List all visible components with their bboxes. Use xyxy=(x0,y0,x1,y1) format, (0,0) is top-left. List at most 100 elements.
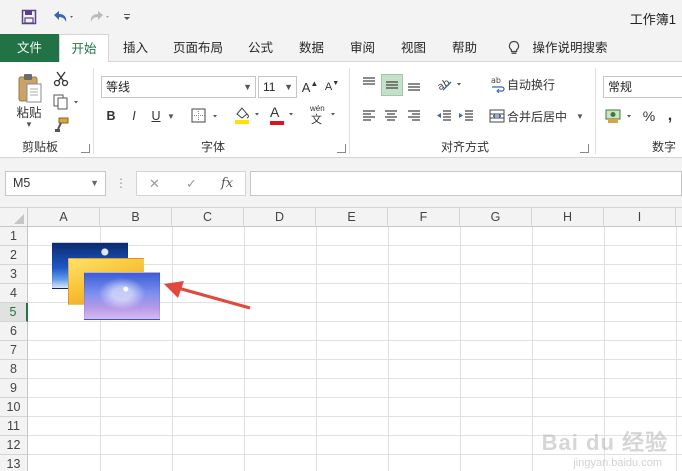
ribbon: 粘贴 ▼ 剪贴板 等线 ▼ 11 ▼ A ▲ A ▼ B I U ▼ A wén 文… xyxy=(0,62,682,158)
row-header[interactable]: 2 xyxy=(0,246,28,265)
ribbon-tabs: 文件 开始 插入 页面布局 公式 数据 审阅 视图 帮助 操作说明搜索 xyxy=(0,34,682,63)
row-header-active[interactable]: 5 xyxy=(0,303,28,322)
lightbulb-icon[interactable] xyxy=(507,40,521,56)
font-launcher-icon[interactable] xyxy=(337,144,346,153)
phonetic-guide-button[interactable]: wén 文 xyxy=(308,104,338,126)
merge-center-icon[interactable] xyxy=(488,107,506,125)
insert-function-button[interactable]: fx xyxy=(221,172,233,195)
phonetic-label: wén xyxy=(310,104,325,113)
wrap-text-button[interactable]: 自动换行 xyxy=(507,75,559,93)
bold-button[interactable]: B xyxy=(103,106,119,126)
formula-bar: M5 ▼ ⋮ ✕ ✓ fx xyxy=(0,158,682,208)
group-divider xyxy=(595,68,596,154)
customize-qat-icon[interactable] xyxy=(120,6,134,28)
format-painter-icon[interactable] xyxy=(52,116,70,134)
alignment-launcher-icon[interactable] xyxy=(580,144,589,153)
save-icon[interactable] xyxy=(18,6,40,28)
row-header[interactable]: 4 xyxy=(0,284,28,303)
gridline xyxy=(28,321,682,322)
grow-font-glyph: A xyxy=(301,79,311,95)
row-header[interactable]: 11 xyxy=(0,417,28,436)
align-top-icon[interactable] xyxy=(359,74,379,94)
worksheet-grid[interactable]: A B C D E F G H I 1 2 3 4 5 6 7 8 9 10 1… xyxy=(0,208,682,471)
enter-icon[interactable]: ✓ xyxy=(186,172,197,195)
font-name-value: 等线 xyxy=(106,80,131,94)
copy-icon[interactable] xyxy=(52,93,82,111)
row-header[interactable]: 7 xyxy=(0,341,28,360)
cut-icon[interactable] xyxy=(52,70,70,88)
title-bar: 工作簿1 xyxy=(0,0,682,34)
formula-bar-grip-icon[interactable]: ⋮ xyxy=(115,175,127,191)
row-header[interactable]: 3 xyxy=(0,265,28,284)
align-left-icon[interactable] xyxy=(359,106,379,126)
comma-style-button[interactable]: , xyxy=(663,106,677,126)
tab-help[interactable]: 帮助 xyxy=(442,34,487,62)
select-all-corner[interactable] xyxy=(0,208,28,227)
paste-dropdown-icon[interactable]: ▼ xyxy=(24,120,34,129)
shrink-font-button[interactable]: A ▼ xyxy=(323,76,341,98)
borders-button[interactable] xyxy=(190,106,224,126)
grow-font-button[interactable]: A ▲ xyxy=(301,76,319,98)
column-header[interactable]: F xyxy=(388,208,460,227)
tab-formulas[interactable]: 公式 xyxy=(238,34,283,62)
row-header[interactable]: 9 xyxy=(0,379,28,398)
gridline xyxy=(28,378,682,379)
formula-input[interactable] xyxy=(250,171,682,196)
picture-purple-sky[interactable] xyxy=(84,272,160,320)
column-header[interactable]: C xyxy=(172,208,244,227)
align-center-icon[interactable] xyxy=(381,106,401,126)
merge-dropdown-icon[interactable]: ▼ xyxy=(575,111,585,121)
align-right-icon[interactable] xyxy=(404,106,424,126)
redo-icon[interactable] xyxy=(84,6,114,28)
tab-home[interactable]: 开始 xyxy=(59,34,109,63)
column-header[interactable]: I xyxy=(604,208,676,227)
row-header[interactable]: 10 xyxy=(0,398,28,417)
paste-button[interactable]: 粘贴 xyxy=(14,104,44,120)
caret-up-icon: ▲ xyxy=(310,78,319,88)
row-header[interactable]: 1 xyxy=(0,227,28,246)
clipboard-launcher-icon[interactable] xyxy=(81,144,90,153)
align-middle-icon[interactable] xyxy=(381,74,403,96)
merge-center-button[interactable]: 合并后居中 xyxy=(507,107,571,125)
column-header[interactable]: A xyxy=(28,208,100,227)
column-header[interactable]: B xyxy=(100,208,172,227)
accounting-format-icon[interactable] xyxy=(605,106,635,126)
row-header[interactable]: 13 xyxy=(0,455,28,471)
font-color-button[interactable]: A xyxy=(268,104,298,126)
column-header[interactable]: E xyxy=(316,208,388,227)
align-bottom-icon[interactable] xyxy=(404,74,424,94)
column-header-row: A B C D E F G H I xyxy=(0,208,682,227)
fill-color-button[interactable] xyxy=(232,104,266,126)
wrap-text-icon[interactable]: ab xyxy=(490,75,506,93)
underline-dropdown-icon[interactable]: ▼ xyxy=(166,110,176,122)
orientation-icon[interactable]: ab xyxy=(434,74,468,94)
group-divider xyxy=(349,68,350,154)
tab-page-layout[interactable]: 页面布局 xyxy=(163,34,233,62)
cancel-icon[interactable]: ✕ xyxy=(149,172,160,195)
row-header[interactable]: 8 xyxy=(0,360,28,379)
chevron-down-icon: ▼ xyxy=(243,82,252,92)
name-box[interactable]: M5 ▼ xyxy=(5,171,106,196)
row-header[interactable]: 12 xyxy=(0,436,28,455)
column-header[interactable]: D xyxy=(244,208,316,227)
decrease-indent-icon[interactable] xyxy=(434,106,454,126)
column-header[interactable]: H xyxy=(532,208,604,227)
percent-style-button[interactable]: % xyxy=(641,106,657,126)
gridline xyxy=(28,340,682,341)
font-size-select[interactable]: 11 ▼ xyxy=(258,76,297,98)
font-name-select[interactable]: 等线 ▼ xyxy=(101,76,256,98)
underline-button[interactable]: U xyxy=(148,106,164,126)
column-header[interactable]: G xyxy=(460,208,532,227)
increase-indent-icon[interactable] xyxy=(456,106,476,126)
font-color-glyph: A xyxy=(270,104,280,120)
tab-review[interactable]: 审阅 xyxy=(340,34,385,62)
tab-insert[interactable]: 插入 xyxy=(113,34,158,62)
tab-view[interactable]: 视图 xyxy=(391,34,436,62)
row-header[interactable]: 6 xyxy=(0,322,28,341)
tab-file[interactable]: 文件 xyxy=(0,34,59,62)
tab-data[interactable]: 数据 xyxy=(289,34,334,62)
undo-icon[interactable] xyxy=(48,6,78,28)
number-format-select[interactable]: 常规 xyxy=(603,76,682,98)
tell-me-search[interactable]: 操作说明搜索 xyxy=(528,34,612,62)
italic-button[interactable]: I xyxy=(126,106,142,126)
